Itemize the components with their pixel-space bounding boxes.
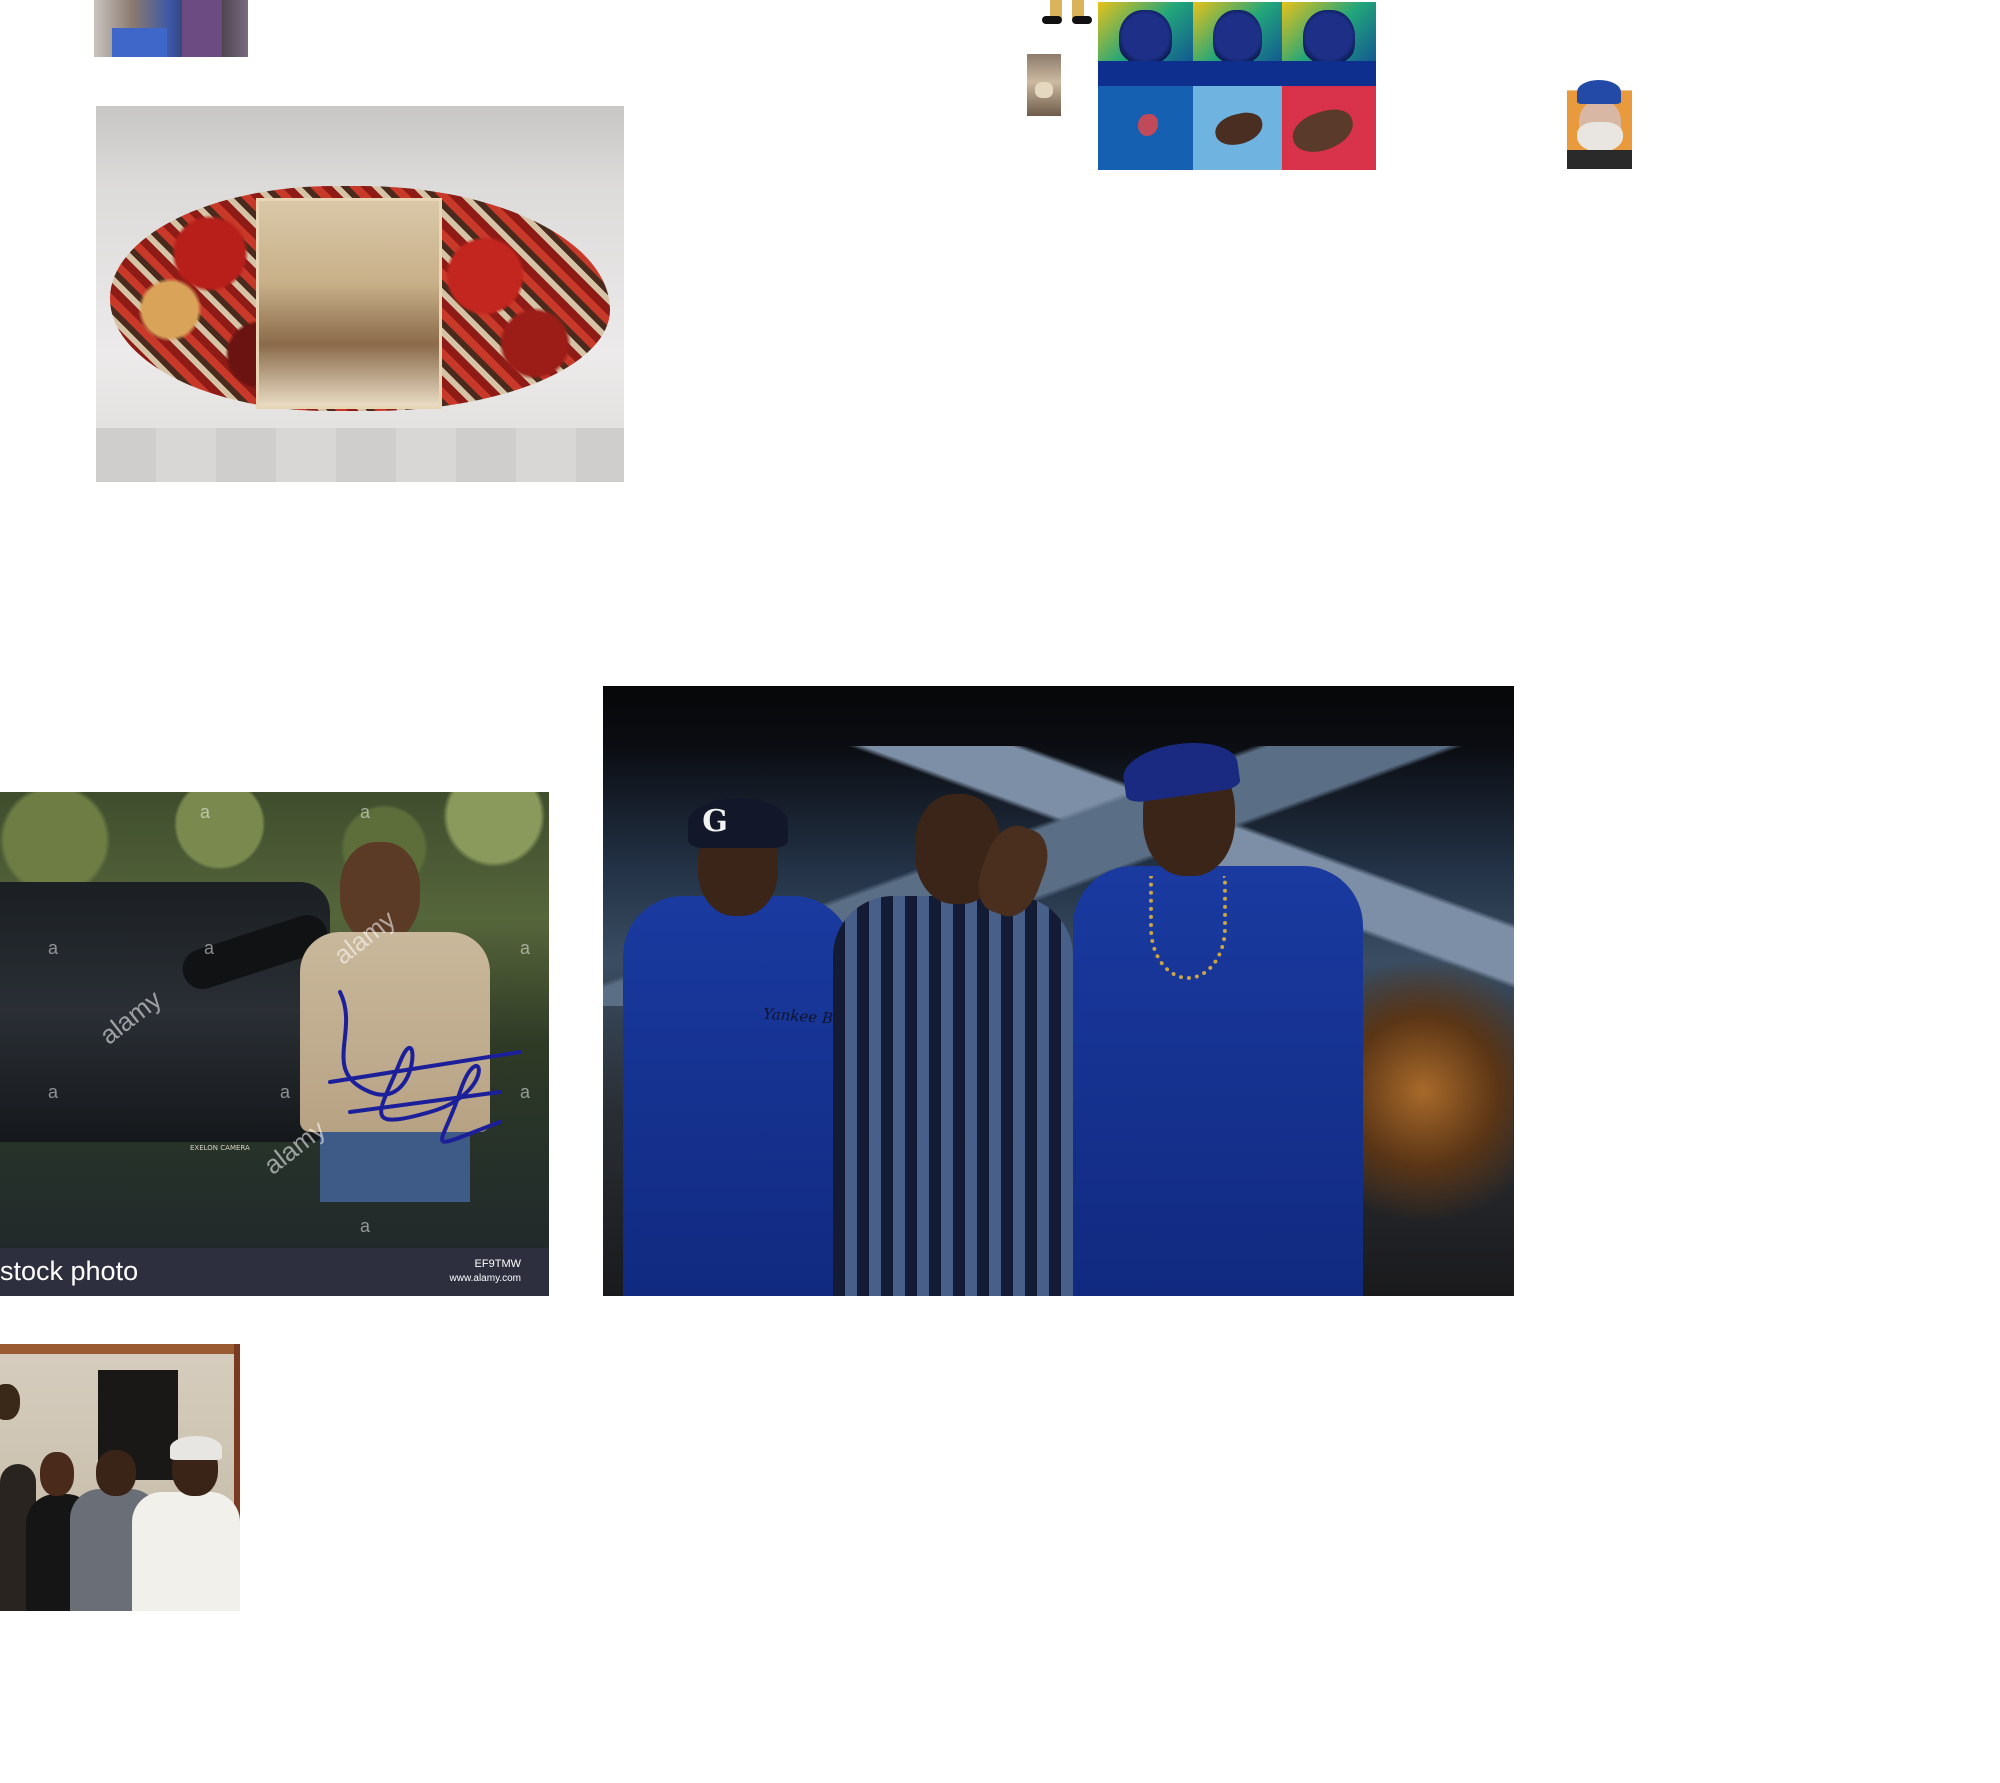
watermark-letter: a	[48, 938, 59, 958]
collage-center-photo	[256, 198, 442, 409]
watermark-letter: a	[204, 938, 215, 958]
cap	[1577, 80, 1621, 104]
stock-photo-id: EF9TMW	[474, 1258, 521, 1270]
camera-label: EXELON CAMERA	[190, 1144, 250, 1152]
watermark-letter: a	[360, 802, 371, 822]
man2-plaid-shirt	[833, 896, 1073, 1296]
background-light	[1363, 926, 1513, 1256]
stock-photo-caption: stock photo	[0, 1256, 139, 1286]
image-tiny-portrait[interactable]	[1027, 54, 1061, 116]
image-three-men-night[interactable]: G Yankee Baby	[603, 686, 1514, 1296]
image-director-camera[interactable]: alamy alamy alamy a a a a a a a a a EXEL…	[0, 792, 549, 1296]
person-head	[40, 1452, 74, 1496]
man1-shirt	[623, 896, 853, 1296]
image-cartoon-legs[interactable]	[1036, 0, 1100, 26]
beard	[1577, 122, 1623, 152]
person-head	[0, 1384, 20, 1420]
popart-portrait-2	[1193, 2, 1282, 86]
photo-frame-top	[0, 1344, 240, 1354]
popart-portrait-1	[1098, 2, 1193, 86]
watermark-letter: a	[200, 802, 211, 822]
person-body	[132, 1492, 240, 1611]
shoe-left	[1042, 16, 1062, 24]
popart-blob	[1287, 104, 1359, 158]
image-couple-thumbnail[interactable]	[94, 0, 248, 57]
gallery-floor	[96, 428, 624, 482]
watermark-letter: a	[520, 1082, 531, 1102]
popart-panel-red	[1282, 86, 1376, 170]
watermark-letter: a	[48, 1082, 59, 1102]
shirt	[1567, 150, 1632, 169]
stock-photo-footer: stock photo EF9TMW www.alamy.com	[0, 1248, 549, 1296]
person-head	[96, 1450, 136, 1496]
image-popart-grid[interactable]	[1098, 2, 1376, 170]
film-camera	[0, 882, 330, 1142]
popart-blob	[1212, 109, 1266, 149]
popart-portrait-3	[1282, 2, 1376, 86]
shoe-right	[1072, 16, 1092, 24]
autograph-signature	[328, 990, 522, 1144]
popart-panel-lightblue	[1193, 86, 1282, 170]
cap-logo: G	[702, 804, 728, 839]
image-group-photo[interactable]	[0, 1344, 240, 1611]
popart-blob	[1138, 114, 1158, 136]
man3-chain	[1149, 876, 1227, 980]
person-cap	[170, 1436, 222, 1460]
watermark-letter: a	[280, 1082, 291, 1102]
image-collage-artwork[interactable]	[96, 106, 624, 482]
watermark-letter: a	[360, 1216, 371, 1236]
stock-photo-url: www.alamy.com	[449, 1273, 522, 1284]
image-old-man-blue-cap[interactable]	[1567, 76, 1632, 169]
watermark-letter: a	[520, 938, 531, 958]
popart-panel-blue	[1098, 86, 1193, 170]
